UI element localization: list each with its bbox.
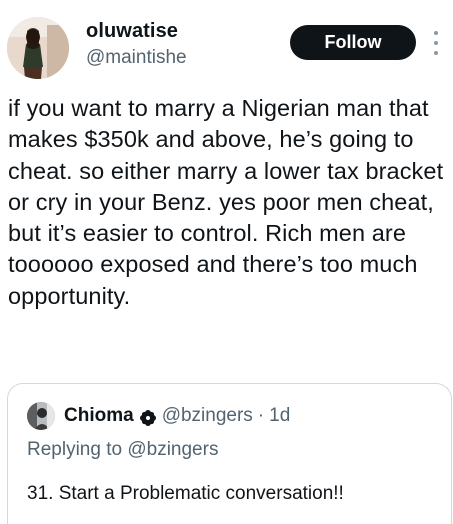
tweet-header: oluwatise @maintishe Follow xyxy=(0,0,453,90)
replying-to-line: Replying to @bzingers xyxy=(27,437,218,463)
quote-display-name[interactable]: Chioma xyxy=(64,403,134,429)
avatar[interactable] xyxy=(7,17,69,79)
follow-button[interactable]: Follow xyxy=(290,25,416,60)
tweet-text: if you want to marry a Nigerian man that… xyxy=(8,95,444,309)
quoted-tweet[interactable]: Chioma @bzingers · 1d Replying to @bzing… xyxy=(7,383,452,524)
tweet: oluwatise @maintishe Follow if you want … xyxy=(0,0,453,524)
quote-header: Chioma @bzingers · 1d xyxy=(64,403,290,429)
display-name[interactable]: oluwatise xyxy=(86,19,187,43)
replying-prefix: Replying to xyxy=(27,439,123,460)
more-dot xyxy=(434,41,438,45)
author-names: oluwatise @maintishe xyxy=(86,19,187,71)
quote-avatar-image xyxy=(27,402,55,430)
avatar-image xyxy=(7,17,69,79)
verified-flower-badge-icon xyxy=(139,408,156,426)
quote-handle[interactable]: @bzingers xyxy=(162,403,253,429)
more-vertical-icon[interactable] xyxy=(431,31,441,55)
quote-avatar[interactable] xyxy=(27,402,55,430)
separator-dot: · xyxy=(257,405,265,426)
quote-timestamp[interactable]: 1d xyxy=(269,403,290,429)
handle[interactable]: @maintishe xyxy=(86,45,187,71)
more-dot xyxy=(434,31,438,35)
quote-text: 31. Start a Problematic conversation!! xyxy=(27,483,344,504)
more-dot xyxy=(434,51,438,55)
replying-mention[interactable]: @bzingers xyxy=(127,439,218,460)
